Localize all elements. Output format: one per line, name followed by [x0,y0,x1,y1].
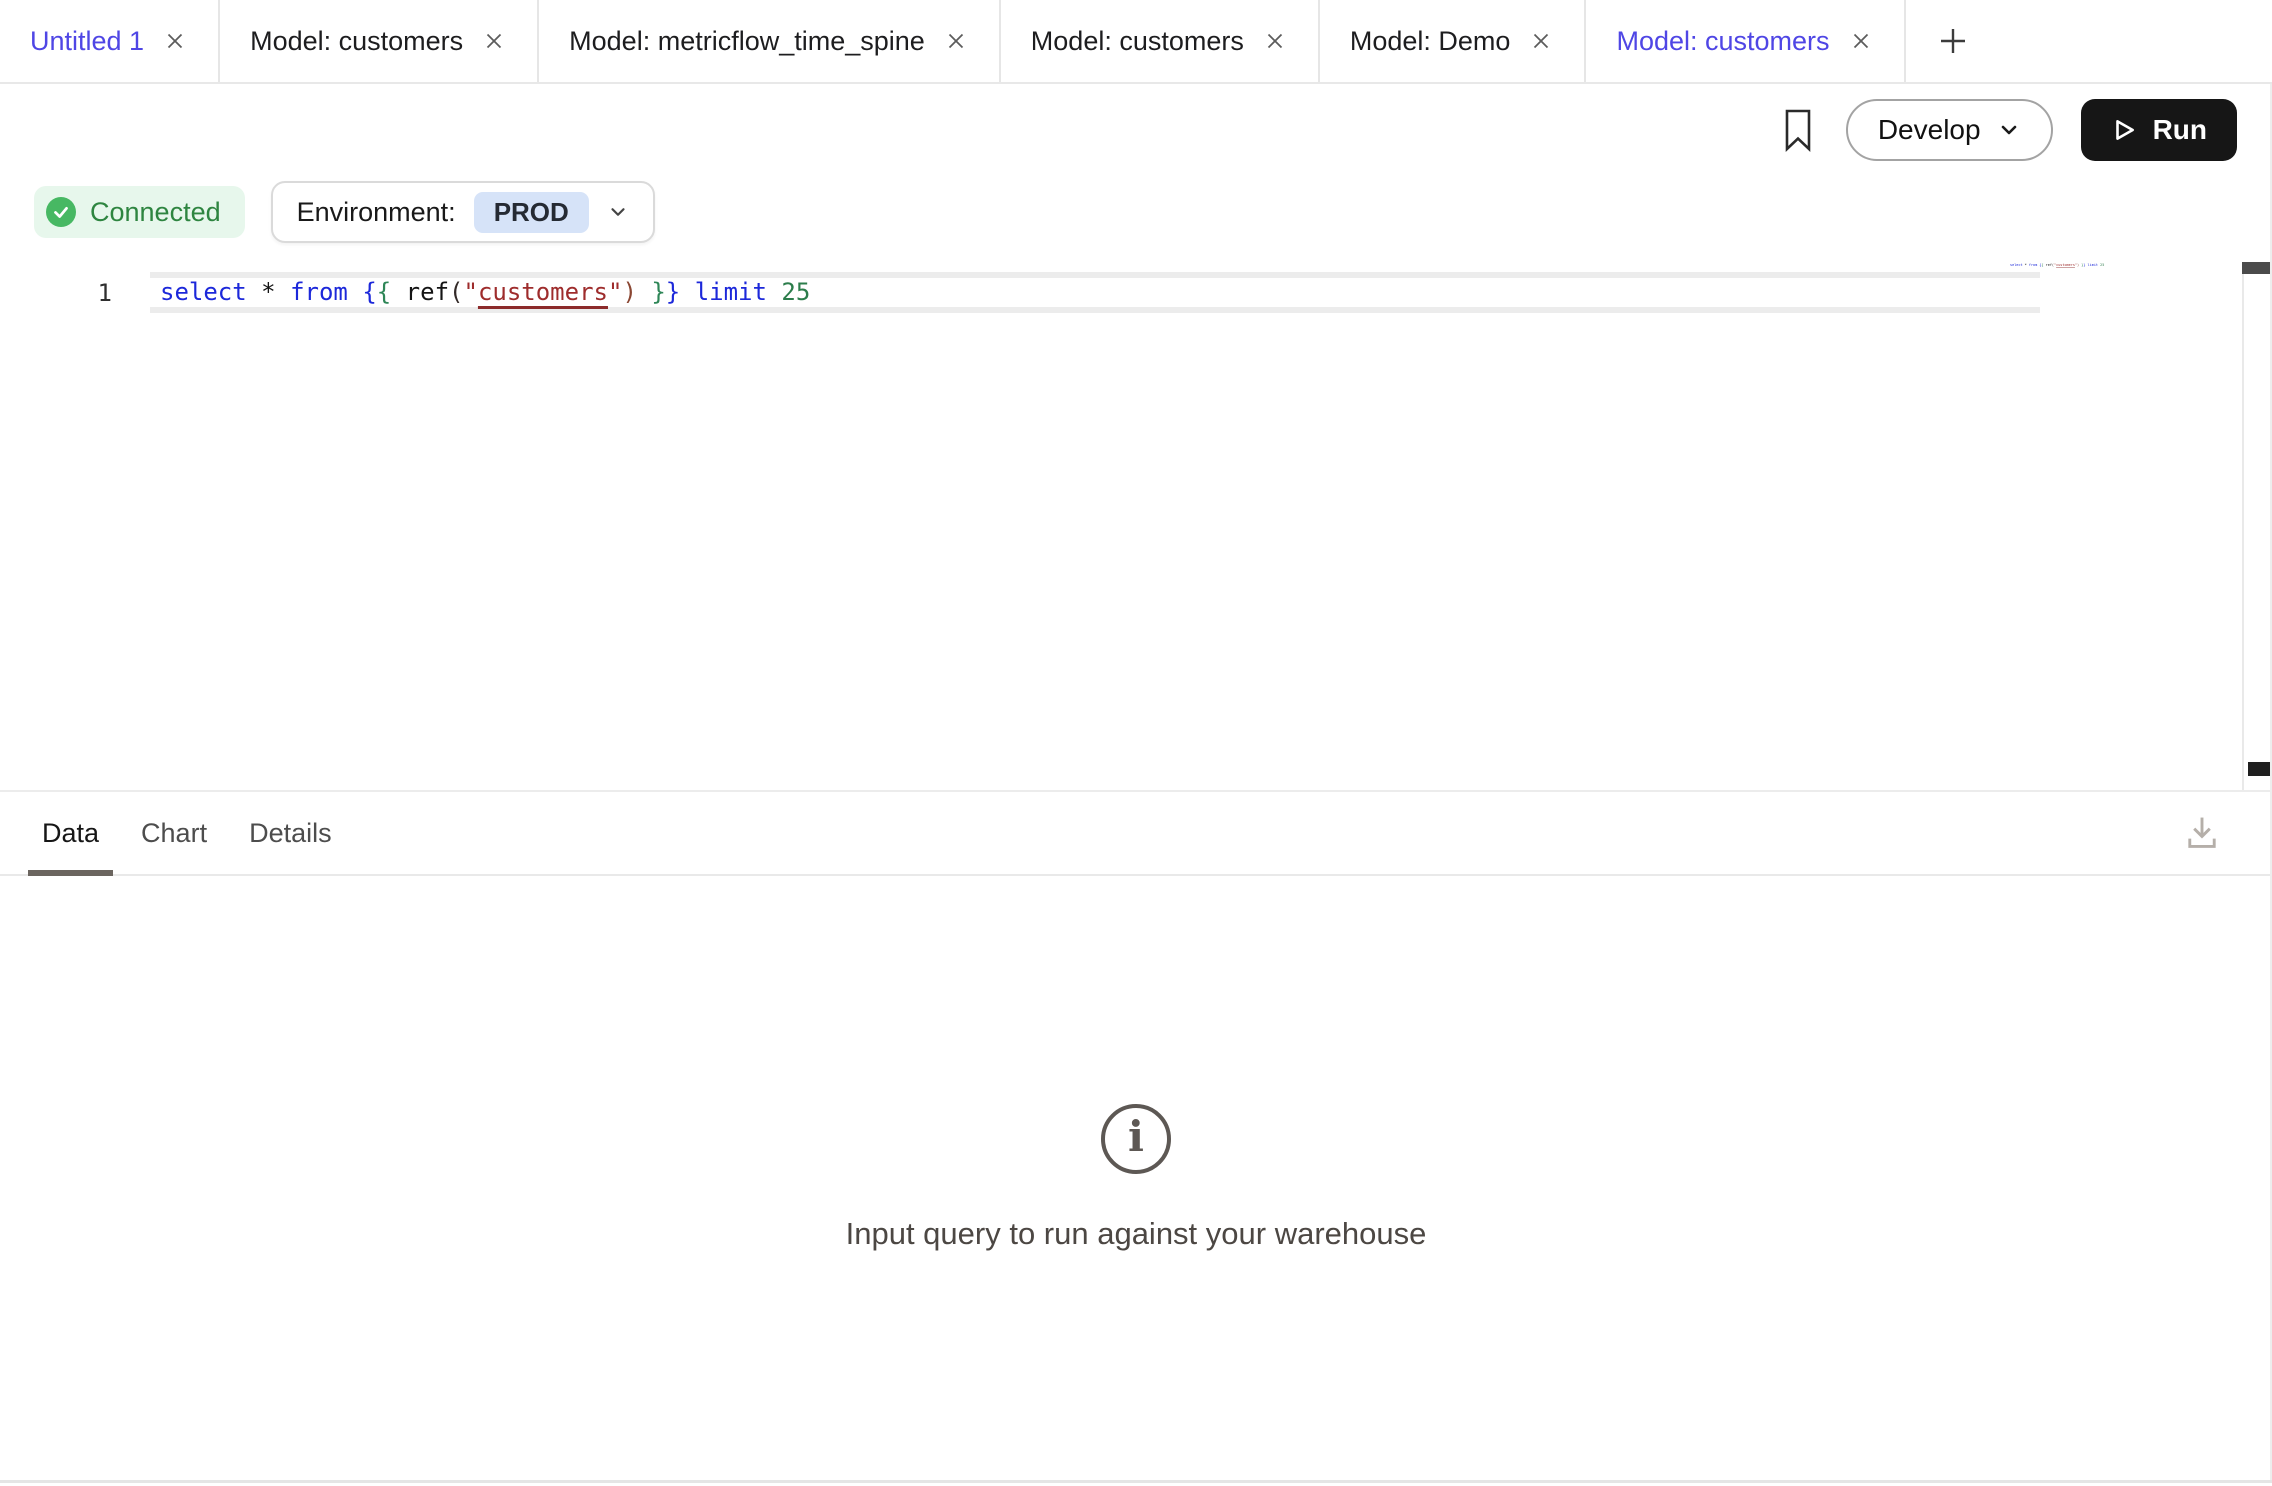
code-token: select [2010,263,2025,267]
code-token: customers [2056,263,2075,267]
ide-window: Untitled 1 Model: customers Model: metricf… [0,0,2272,1486]
code-token: { [362,278,376,306]
code-token: { [377,278,406,306]
tab-close-icon[interactable] [1848,28,1874,54]
code-token: * [261,278,290,306]
code-token: ( [449,278,463,306]
code-line[interactable]: select * from {{ ref("customers") }} lim… [150,278,810,307]
environment-selector[interactable]: Environment: PROD [271,181,655,243]
code-token: ) [622,278,636,306]
tab-label: Untitled 1 [30,26,144,57]
code-token: select [160,278,261,306]
tab-close-icon[interactable] [162,28,188,54]
code-token: } [651,278,665,306]
code-token: " [463,278,477,306]
active-line-highlight: select * from {{ ref("customers") }} lim… [150,272,2040,313]
code-token: } [666,278,695,306]
minimap[interactable]: select * from {{ ref("customers") }} lim… [2010,263,2104,267]
tab-label: Model: customers [250,26,463,57]
develop-button[interactable]: Develop [1846,99,2053,161]
code-editor[interactable]: 1 select * from {{ ref("customers") }} l… [0,248,2272,790]
toolbar: Develop Run [0,84,2272,176]
code-token: 25 [781,278,810,306]
tab-bar: Untitled 1 Model: customers Model: metricf… [0,0,2272,84]
editor-tab[interactable]: Model: customers [220,0,539,82]
results-tab-details[interactable]: Details [235,792,346,874]
results-panel: DataChartDetails i Input query to run ag… [0,790,2272,1480]
tab-close-icon[interactable] [943,28,969,54]
tab-close-icon[interactable] [481,28,507,54]
status-row: Connected Environment: PROD [0,176,2272,248]
run-button[interactable]: Run [2081,99,2237,161]
empty-state-message: Input query to run against your warehous… [846,1216,1427,1252]
chevron-down-icon [607,201,629,223]
code-token: limit [695,278,782,306]
editor-tab[interactable]: Model: customers [1586,0,1905,82]
editor-tab[interactable]: Model: customers [1001,0,1320,82]
code-token: " [608,278,622,306]
download-icon [2182,812,2222,852]
run-label: Run [2153,114,2207,146]
editor-tab[interactable]: Model: metricflow_time_spine [539,0,1001,82]
check-circle-icon [46,197,76,227]
minimap-divider [2242,274,2244,790]
results-empty-state: i Input query to run against your wareho… [0,876,2272,1252]
editor-tab[interactable]: Untitled 1 [0,0,220,82]
tab-close-icon[interactable] [1262,28,1288,54]
info-icon: i [1101,1104,1171,1174]
bookmark-icon [1782,107,1814,153]
bottom-divider [0,1480,2272,1483]
play-icon [2111,117,2137,143]
code-token: from [2029,263,2039,267]
connected-label: Connected [90,197,221,228]
tab-label: Model: customers [1616,26,1829,57]
code-token: ref [406,278,449,306]
editor-tab[interactable]: Model: Demo [1320,0,1587,82]
results-tabs-host: DataChartDetails [28,792,346,874]
plus-icon [1936,24,1970,58]
panel-resize-handle[interactable] [2248,762,2272,776]
tabs-host: Untitled 1 Model: customers Model: metricf… [0,0,1906,82]
connection-status-badge: Connected [34,186,245,238]
results-tab-chart[interactable]: Chart [127,792,221,874]
code-token: 25 [2100,263,2104,267]
scrollbar-thumb[interactable] [2242,262,2272,274]
code-token: customers [478,278,608,306]
tab-close-icon[interactable] [1528,28,1554,54]
chevron-down-icon [1997,118,2021,142]
info-icon-glyph: i [1128,1116,1144,1158]
code-token: from [290,278,362,306]
environment-value-badge: PROD [474,192,589,233]
results-tabbar: DataChartDetails [0,792,2272,876]
tab-label: Model: Demo [1350,26,1511,57]
environment-label: Environment: [297,197,456,228]
bookmark-button[interactable] [1782,107,1814,153]
tab-label: Model: metricflow_time_spine [569,26,925,57]
results-tab-data[interactable]: Data [28,792,113,874]
develop-label: Develop [1878,114,1981,146]
new-tab-button[interactable] [1906,0,2000,82]
code-token: limit [2088,263,2101,267]
download-button[interactable] [2182,812,2222,855]
tab-label: Model: customers [1031,26,1244,57]
line-number: 1 [86,279,112,307]
code-token [637,278,651,306]
